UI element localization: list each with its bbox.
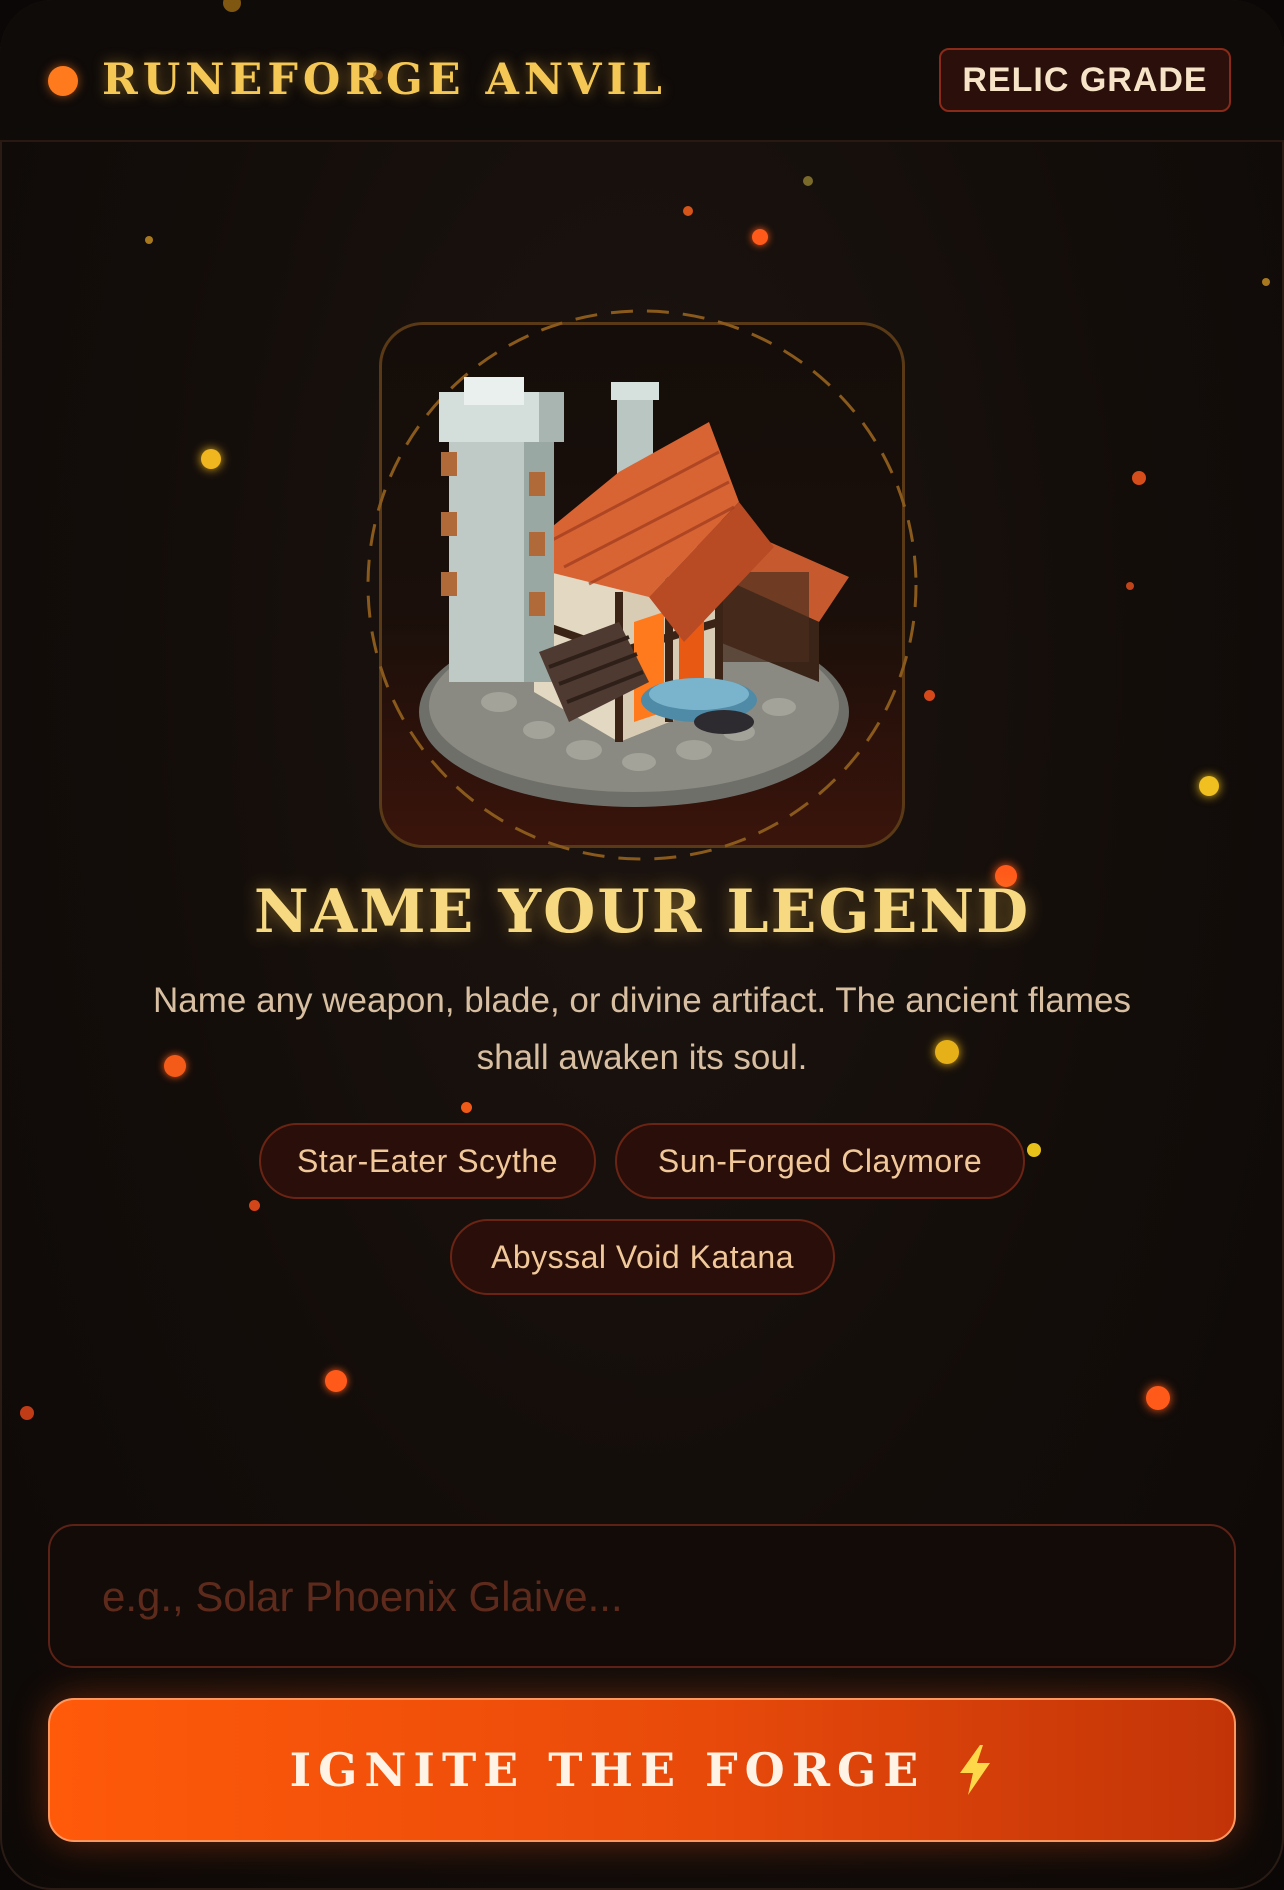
suggestion-chip[interactable]: Abyssal Void Katana [450,1219,835,1295]
page-title: NAME YOUR LEGEND [253,877,1031,947]
ignite-forge-button[interactable]: IGNITE THE FORGE [48,1698,1236,1842]
forge-building-illustration [419,377,849,807]
app-frame: RUNEFORGE ANVIL RELIC GRADE NAME YOUR LE… [0,0,1284,1890]
suggestion-chip[interactable]: Sun-Forged Claymore [615,1123,1025,1199]
app-title: RUNEFORGE ANVIL [102,55,667,105]
lightning-bolt-icon [960,1745,991,1795]
page-subtitle: Name any weapon, blade, or divine artifa… [153,981,1131,1077]
suggestion-chip[interactable]: Star-Eater Scythe [259,1123,596,1199]
status-dot [48,66,78,96]
relic-grade-badge: RELIC GRADE [939,48,1231,112]
weapon-name-input[interactable] [100,1526,1184,1668]
ignite-forge-label: IGNITE THE FORGE [289,1743,926,1797]
header-bar: RUNEFORGE ANVIL RELIC GRADE [0,0,1284,142]
weapon-name-field [48,1524,1236,1668]
